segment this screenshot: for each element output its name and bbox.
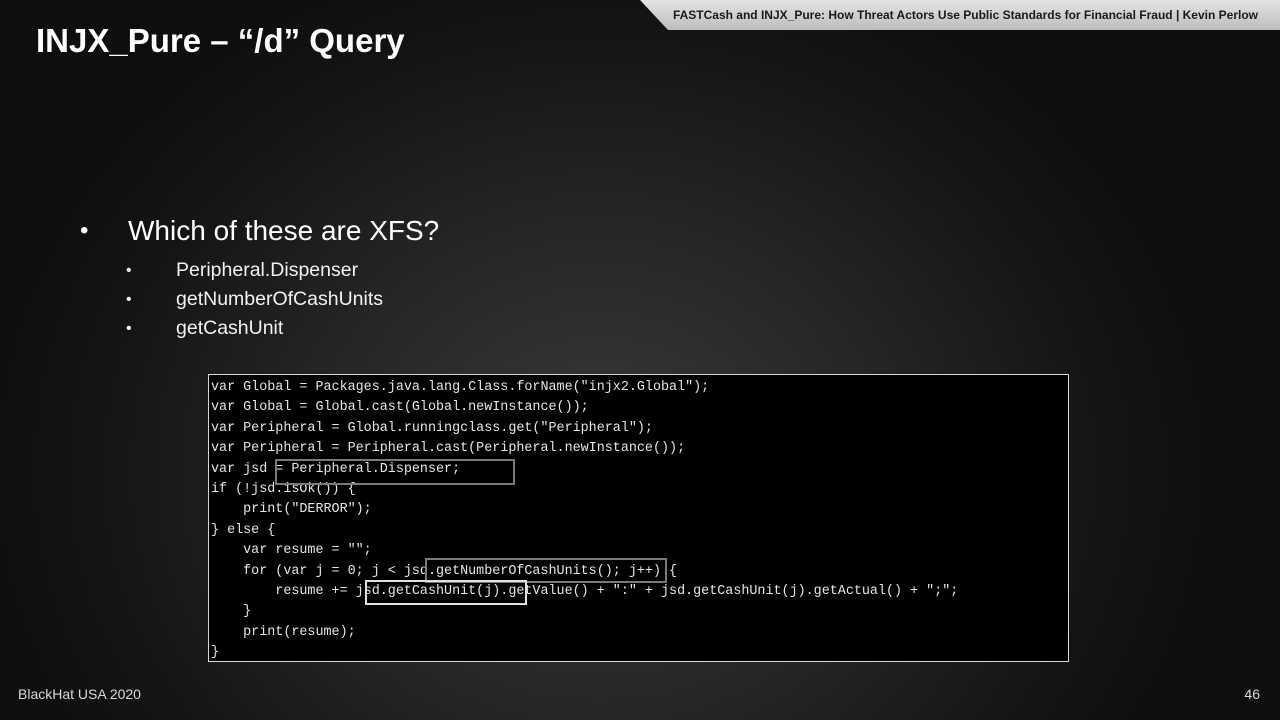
code-screenshot: var Global = Packages.java.lang.Class.fo… xyxy=(208,374,1069,662)
sub-bullet-text: getNumberOfCashUnits xyxy=(176,288,383,310)
highlight-dispenser-box xyxy=(275,459,515,485)
sub-bullet-list: • Peripheral.Dispenser • getNumberOfCashUn… xyxy=(80,256,439,343)
sub-bullet-item: • getCashUnit xyxy=(80,314,439,343)
code-line: var Global = Global.cast(Global.newInsta… xyxy=(211,400,589,416)
bullet-dot-icon: • xyxy=(126,261,132,279)
bullet-dot-icon: • xyxy=(80,217,89,244)
presentation-title: FASTCash and INJX_Pure: How Threat Actor… xyxy=(672,8,1258,22)
bullet-dot-icon: • xyxy=(126,290,132,308)
bullet-question-text: Which of these are XFS? xyxy=(128,215,440,246)
sub-bullet-item: • getNumberOfCashUnits xyxy=(80,285,439,314)
slide-title: INJX_Pure – “/d” Query xyxy=(36,22,405,59)
code-line: var Peripheral = Global.runningclass.get… xyxy=(211,420,653,436)
sub-bullet-text: Peripheral.Dispenser xyxy=(176,259,359,281)
code-line: var Peripheral = Peripheral.cast(Periphe… xyxy=(211,441,686,457)
code-line: } else { xyxy=(211,522,276,538)
bullet-question: • Which of these are XFS? xyxy=(80,212,439,250)
sub-bullet-text: getCashUnit xyxy=(176,317,284,339)
highlight-getcashunit-box xyxy=(365,580,527,605)
code-line: var Global = Packages.java.lang.Class.fo… xyxy=(211,380,710,395)
footer-event: BlackHat USA 2020 xyxy=(18,686,141,702)
code-line: print(resume); xyxy=(211,624,356,640)
bullet-list: • Which of these are XFS? • Peripheral.Di… xyxy=(80,212,439,343)
code-line: } xyxy=(211,604,252,620)
sub-bullet-item: • Peripheral.Dispenser xyxy=(80,256,439,285)
bullet-dot-icon: • xyxy=(126,319,132,337)
page-number: 46 xyxy=(1244,686,1260,702)
code-line: } xyxy=(211,645,220,661)
code-line: print("DERROR"); xyxy=(211,502,372,518)
code-line: resume += jsd.getCashUnit(j).getValue() … xyxy=(211,583,959,599)
